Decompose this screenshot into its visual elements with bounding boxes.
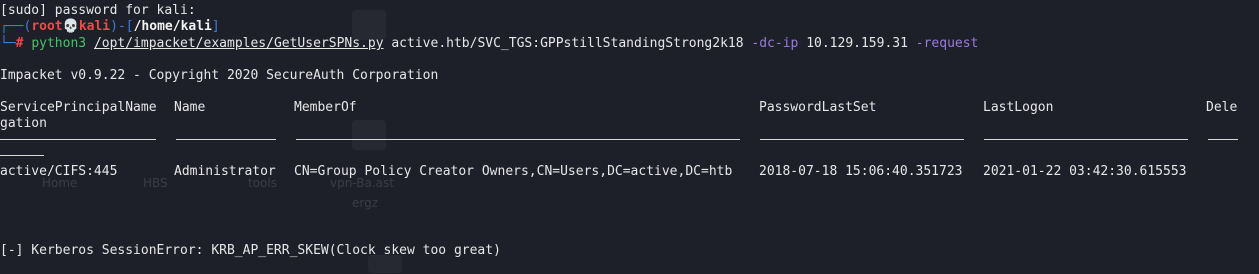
separator-password-last-set bbox=[760, 139, 964, 140]
skull-icon: 💀 bbox=[62, 19, 79, 34]
prompt-user: root bbox=[31, 19, 63, 34]
prompt-host: kali bbox=[78, 19, 111, 34]
impacket-banner: Impacket v0.9.22 - Copyright 2020 Secure… bbox=[0, 68, 439, 83]
prompt-cwd: /home/kali bbox=[133, 19, 212, 34]
command-flag-request: -request bbox=[915, 36, 979, 51]
command-flag-dc-ip: -dc-ip bbox=[751, 36, 799, 51]
separator-spn-wrap bbox=[0, 155, 44, 156]
header-spn: ServicePrincipalName bbox=[0, 100, 157, 115]
command-ip: 10.129.159.31 bbox=[806, 36, 908, 51]
header-delegation: Dele bbox=[1206, 100, 1238, 115]
separator-spn bbox=[0, 139, 156, 140]
desktop-label-hbs: HBS bbox=[143, 176, 168, 190]
row-last-logon: 2021-01-22 03:42:30.615553 bbox=[983, 164, 1187, 179]
desktop-lock-icon bbox=[352, 120, 386, 150]
command-executable: python3 bbox=[31, 36, 87, 51]
desktop-label-ergz: ergz bbox=[352, 196, 379, 210]
header-last-logon: LastLogon bbox=[983, 100, 1054, 115]
row-spn: active/CIFS:445 bbox=[0, 164, 118, 179]
header-spn-wrap: gation bbox=[0, 116, 47, 131]
command-script-path[interactable]: /opt/impacket/examples/GetUserSPNs.py bbox=[94, 36, 384, 51]
sudo-password-prompt: [sudo] password for kali: bbox=[0, 3, 196, 18]
header-name: Name bbox=[174, 100, 206, 115]
shell-command-line[interactable]: └─# python3 /opt/impacket/examples/GetUs… bbox=[0, 36, 978, 52]
prompt-hash: # bbox=[15, 36, 24, 51]
header-memberof: MemberOf bbox=[294, 100, 357, 115]
separator-name bbox=[176, 139, 276, 140]
command-target: active.htb/SVC_TGS:GPPstillStandingStron… bbox=[391, 36, 744, 51]
shell-prompt-top: ┌──(root💀kali)-[/home/kali] bbox=[0, 19, 220, 35]
prompt-mid: )-[ bbox=[110, 19, 134, 34]
row-password-last-set: 2018-07-18 15:06:40.351723 bbox=[759, 164, 963, 179]
prompt-end: ] bbox=[211, 19, 220, 34]
separator-last-logon bbox=[984, 139, 1188, 140]
prompt-bottom-prefix: └─ bbox=[0, 36, 16, 51]
header-password-last-set: PasswordLastSet bbox=[759, 100, 877, 115]
prompt-box-prefix: ┌──( bbox=[0, 19, 32, 34]
separator-delegation bbox=[1208, 139, 1238, 140]
terminal-window[interactable]: Home HBS tools vpn-Ba.ast ergz [sudo] pa… bbox=[0, 0, 1259, 274]
separator-memberof bbox=[296, 139, 740, 140]
kerberos-error-message: [-] Kerberos SessionError: KRB_AP_ERR_SK… bbox=[0, 243, 501, 258]
row-name: Administrator bbox=[174, 164, 276, 179]
row-memberof: CN=Group Policy Creator Owners,CN=Users,… bbox=[294, 164, 733, 179]
